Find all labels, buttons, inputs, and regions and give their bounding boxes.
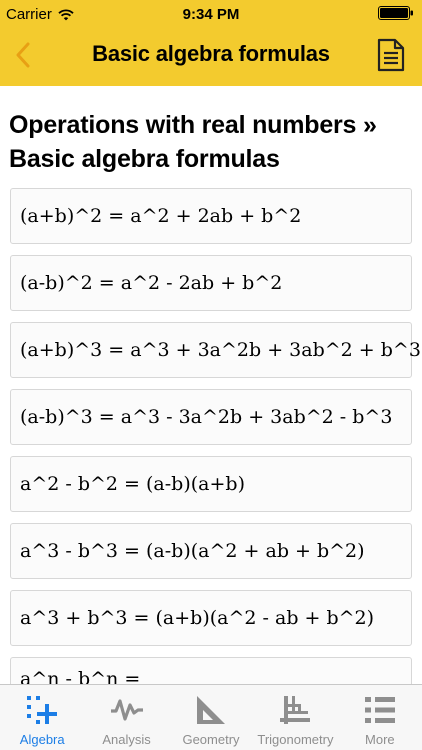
formula-card[interactable]: a^3 + b^3 = (a+b)(a^2 - ab + b^2) (10, 590, 412, 646)
geometry-icon (193, 693, 229, 727)
document-button[interactable] (374, 36, 408, 74)
top-bar: Carrier 9:34 PM Basic algebra formulas (0, 0, 422, 86)
status-bar: Carrier 9:34 PM (0, 0, 422, 28)
clock: 9:34 PM (182, 6, 240, 23)
nav-title: Basic algebra formulas (92, 41, 330, 66)
heading-title: Basic algebra formulas (9, 145, 280, 173)
tab-label: More (365, 732, 395, 747)
content-area[interactable]: Operations with real numbers » Basic alg… (0, 86, 422, 684)
tab-label: Geometry (182, 732, 240, 747)
trigonometry-icon (277, 693, 313, 727)
tab-label: Trigonometry (257, 732, 334, 747)
formula-text: (a+b)^3 = a^3 + 3a^2b + 3ab^2 + b^3 (20, 339, 421, 361)
formula-list: (a+b)^2 = a^2 + 2ab + b^2 (a-b)^2 = a^2 … (0, 188, 422, 684)
formula-card[interactable]: a^n - b^n = (10, 657, 412, 684)
formula-text: (a-b)^2 = a^2 - 2ab + b^2 (20, 272, 283, 294)
heading-breadcrumb: Operations with real numbers » (9, 111, 377, 139)
page-heading: Operations with real numbers » Basic alg… (9, 108, 414, 176)
formula-card[interactable]: a^3 - b^3 = (a-b)(a^2 + ab + b^2) (10, 523, 412, 579)
formula-card[interactable]: (a-b)^3 = a^3 - 3a^2b + 3ab^2 - b^3 (10, 389, 412, 445)
formula-text: a^2 - b^2 = (a-b)(a+b) (20, 473, 245, 495)
tab-bar: Algebra Analysis Geometry Trigonometry M… (0, 684, 422, 750)
battery-icon (378, 6, 414, 20)
chevron-left-icon (16, 42, 30, 68)
tab-algebra[interactable]: Algebra (0, 685, 84, 750)
formula-text: (a+b)^2 = a^2 + 2ab + b^2 (20, 205, 302, 227)
tab-more[interactable]: More (338, 685, 422, 750)
tab-trigonometry[interactable]: Trigonometry (253, 685, 337, 750)
formula-text: a^3 + b^3 = (a+b)(a^2 - ab + b^2) (20, 607, 375, 629)
formula-text: (a-b)^3 = a^3 - 3a^2b + 3ab^2 - b^3 (20, 406, 393, 428)
tab-label: Analysis (102, 732, 151, 747)
formula-card[interactable]: a^2 - b^2 = (a-b)(a+b) (10, 456, 412, 512)
formula-text: a^3 - b^3 = (a-b)(a^2 + ab + b^2) (20, 540, 365, 562)
tab-geometry[interactable]: Geometry (169, 685, 253, 750)
back-button[interactable] (6, 36, 40, 74)
tab-label: Algebra (19, 732, 65, 747)
more-icon (362, 693, 398, 727)
formula-text: a^n - b^n = (20, 668, 141, 684)
tab-analysis[interactable]: Analysis (84, 685, 168, 750)
formula-card[interactable]: (a+b)^3 = a^3 + 3a^2b + 3ab^2 + b^3 (10, 322, 421, 378)
formula-card[interactable]: (a-b)^2 = a^2 - 2ab + b^2 (10, 255, 412, 311)
document-icon (377, 38, 405, 72)
analysis-icon (109, 693, 145, 727)
algebra-icon (24, 693, 60, 727)
formula-card[interactable]: (a+b)^2 = a^2 + 2ab + b^2 (10, 188, 412, 244)
